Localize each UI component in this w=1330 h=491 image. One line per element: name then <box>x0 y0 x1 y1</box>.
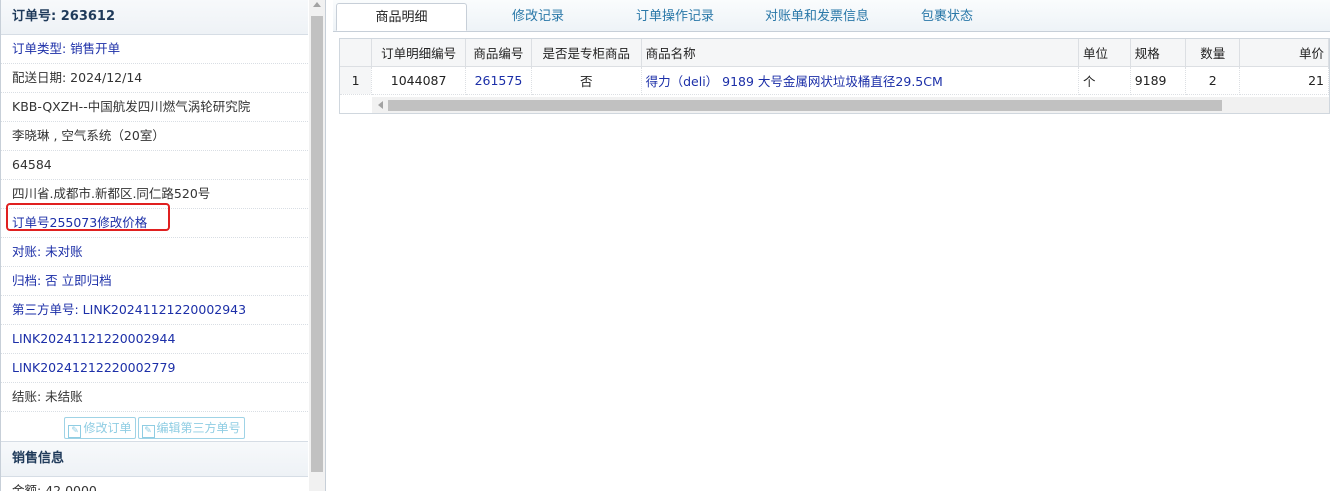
tab-statement-invoice[interactable]: 对账单和发票信息 <box>747 3 887 31</box>
order-info-panel: 订单号: 263612 订单类型: 销售开单 配送日期: 2024/12/14 … <box>0 0 326 491</box>
table-header-row: 订单明细编号 商品编号 是否是专柜商品 商品名称 单位 规格 数量 单价 <box>340 39 1329 67</box>
contact-person: 李晓琳 , 空气系统（20室） <box>1 122 308 151</box>
third-party-number-2: LINK20241121220002944 <box>1 325 308 354</box>
order-number-header: 订单号: 263612 <box>1 0 308 35</box>
sales-info-header: 销售信息 <box>1 442 308 477</box>
edit-icon: ✎ <box>141 424 155 438</box>
product-name-link[interactable]: 得力（deli） 9189 大号金属网状垃圾桶直径29.5CM <box>641 66 1080 95</box>
edit-third-party-button[interactable]: ✎ 编辑第三方单号 <box>137 416 245 439</box>
row-number-header <box>340 39 373 67</box>
detail-panel: 商品明细 修改记录 订单操作记录 对账单和发票信息 包裹状态 订单明细编号 商品… <box>333 0 1330 491</box>
row-number: 1 <box>340 66 373 95</box>
column-header[interactable]: 规格 <box>1130 39 1187 67</box>
tab-bar: 商品明细 修改记录 订单操作记录 对账单和发票信息 包裹状态 <box>333 0 1330 32</box>
spec-cell: 9189 <box>1130 66 1187 95</box>
column-header[interactable]: 是否是专柜商品 <box>531 39 642 67</box>
third-party-number-3: LINK20241212220002779 <box>1 354 308 383</box>
column-header[interactable]: 商品名称 <box>641 39 1080 67</box>
archive-status[interactable]: 归档: 否 立即归档 <box>1 267 308 296</box>
tab-product-details[interactable]: 商品明细 <box>336 3 467 31</box>
order-info-content: 订单号: 263612 订单类型: 销售开单 配送日期: 2024/12/14 … <box>0 0 308 491</box>
column-header[interactable]: 单位 <box>1078 39 1131 67</box>
phone: 64584 <box>1 151 308 180</box>
edit-order-label: 修改订单 <box>83 420 132 435</box>
edit-icon: ✎ <box>68 424 82 438</box>
order-type: 订单类型: 销售开单 <box>1 35 308 64</box>
tab-operation-log[interactable]: 订单操作记录 <box>619 3 731 31</box>
detail-id-cell: 1044087 <box>371 66 466 95</box>
delivery-date: 配送日期: 2024/12/14 <box>1 64 308 93</box>
tab-package-status[interactable]: 包裹状态 <box>911 3 983 31</box>
column-header[interactable]: 单价 <box>1239 39 1329 67</box>
grid-horizontal-scrollbar[interactable] <box>372 97 1329 113</box>
column-header[interactable]: 订单明细编号 <box>371 39 466 67</box>
counter-product-cell: 否 <box>531 66 642 95</box>
edit-order-button[interactable]: ✎ 修改订单 <box>64 416 136 439</box>
quantity-cell: 2 <box>1185 66 1240 95</box>
product-table: 订单明细编号 商品编号 是否是专柜商品 商品名称 单位 规格 数量 单价 1 1… <box>340 39 1329 95</box>
customer-name: KBB-QXZH--中国航发四川燃气涡轮研究院 <box>1 93 308 122</box>
third-party-number-1: 第三方单号: LINK20241121220002943 <box>1 296 308 325</box>
product-id-link[interactable]: 261575 <box>465 66 532 95</box>
edit-third-party-label: 编辑第三方单号 <box>156 420 241 435</box>
highlight-box <box>6 203 170 231</box>
order-actions: ✎ 修改订单 ✎ 编辑第三方单号 <box>1 412 308 442</box>
reconcile-status: 对账: 未对账 <box>1 238 308 267</box>
scroll-left-arrow-icon[interactable] <box>378 101 383 109</box>
unit-cell: 个 <box>1078 66 1131 95</box>
unit-price-cell: 21 <box>1239 66 1329 95</box>
tab-modification-log[interactable]: 修改记录 <box>493 3 583 31</box>
scroll-up-arrow-icon[interactable] <box>313 2 321 7</box>
sales-amount: 金额: 42.0000 <box>1 477 308 491</box>
table-row[interactable]: 1 1044087 261575 否 得力（deli） 9189 大号金属网状垃… <box>340 66 1329 95</box>
product-grid: 订单明细编号 商品编号 是否是专柜商品 商品名称 单位 规格 数量 单价 1 1… <box>339 38 1330 114</box>
settlement-status: 结账: 未结账 <box>1 383 308 412</box>
column-header[interactable]: 商品编号 <box>465 39 532 67</box>
scrollbar-thumb[interactable] <box>388 100 1222 111</box>
left-vertical-scrollbar[interactable] <box>309 0 325 491</box>
column-header[interactable]: 数量 <box>1185 39 1240 67</box>
scrollbar-thumb[interactable] <box>311 16 323 472</box>
